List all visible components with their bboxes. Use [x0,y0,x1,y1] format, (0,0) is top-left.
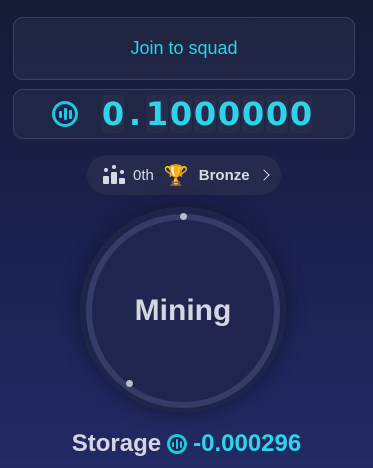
join-squad-button[interactable]: Join to squad [13,17,355,80]
balance-display: 0 . 1 0 0 0 0 0 0 [13,89,355,139]
league-name: Bronze [198,166,250,184]
rank-position: 0th [133,166,154,184]
balance-digits: 0 . 1 0 0 0 0 0 0 [102,95,312,133]
balance-digit: 0 [241,95,265,133]
balance-digit: 0 [193,95,217,133]
balance-digit: 0 [101,95,125,133]
storage-display: Storage -0.000296 [0,428,373,460]
coin-icon [167,434,188,454]
balance-decimal-point: . [128,95,142,133]
podium-icon [103,165,125,184]
balance-digit: 0 [289,95,313,133]
storage-label: Storage [71,430,162,457]
rank-league-button[interactable]: 0th 🏆 Bronze [87,155,281,195]
join-squad-label: Join to squad [130,38,238,58]
coin-icon [52,101,78,127]
ring-indicator-dot [180,213,187,220]
balance-digit: 1 [145,95,169,133]
mining-label: Mining [134,294,232,327]
ring-indicator-dot [126,380,133,387]
balance-digit: 0 [217,95,241,133]
mining-button[interactable]: Mining [86,214,280,408]
storage-value: -0.000296 [193,430,302,457]
chevron-right-icon [257,169,270,181]
balance-digit: 0 [265,95,289,133]
trophy-icon: 🏆 [163,164,189,187]
balance-digit: 0 [169,95,193,133]
